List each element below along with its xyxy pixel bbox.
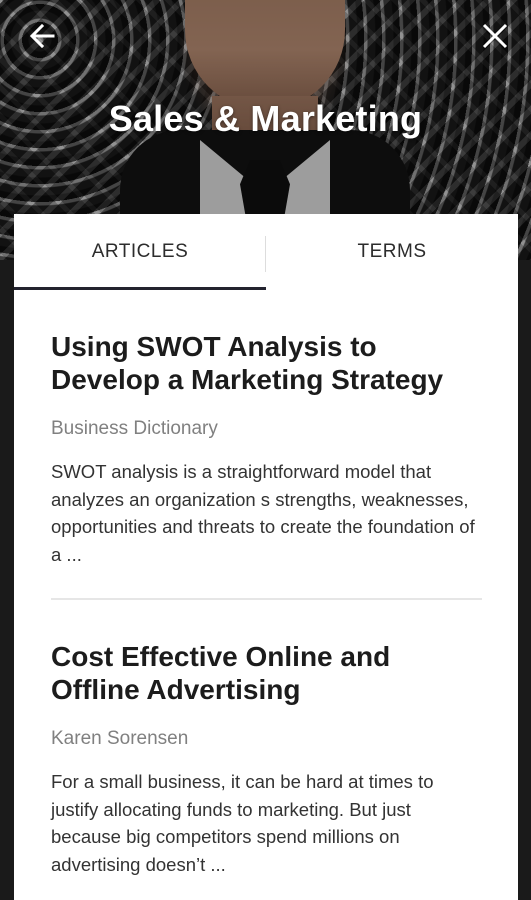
back-button[interactable]: [22, 16, 62, 56]
close-button[interactable]: [475, 16, 515, 56]
article-excerpt: SWOT analysis is a straightforward model…: [51, 461, 475, 565]
article-item[interactable]: Cost Effective Online and Offline Advert…: [51, 598, 482, 900]
article-title[interactable]: Cost Effective Online and Offline Advert…: [51, 640, 482, 706]
tab-articles[interactable]: ARTICLES: [14, 214, 266, 290]
close-icon: [482, 23, 508, 49]
article-item[interactable]: Using SWOT Analysis to Develop a Marketi…: [51, 290, 482, 598]
content-card: ARTICLES TERMS Using SWOT Analysis to De…: [14, 214, 518, 900]
article-excerpt: For a small business, it can be hard at …: [51, 771, 434, 875]
article-author: Karen Sorensen: [51, 728, 189, 749]
tab-articles-label: ARTICLES: [91, 241, 189, 262]
tab-bar: ARTICLES TERMS: [14, 214, 518, 290]
tab-selected-indicator: [14, 287, 266, 290]
page-title: Sales & Marketing: [108, 98, 423, 139]
article-title[interactable]: Using SWOT Analysis to Develop a Marketi…: [51, 330, 482, 396]
tab-terms-label: TERMS: [357, 241, 427, 262]
tab-terms[interactable]: TERMS: [266, 214, 518, 290]
article-list: Using SWOT Analysis to Develop a Marketi…: [14, 290, 518, 900]
arrow-left-icon: [29, 23, 55, 49]
article-author: Business Dictionary: [51, 418, 218, 439]
screen: Sales & Marketing ARTICLES TERMS Using S…: [0, 0, 531, 900]
